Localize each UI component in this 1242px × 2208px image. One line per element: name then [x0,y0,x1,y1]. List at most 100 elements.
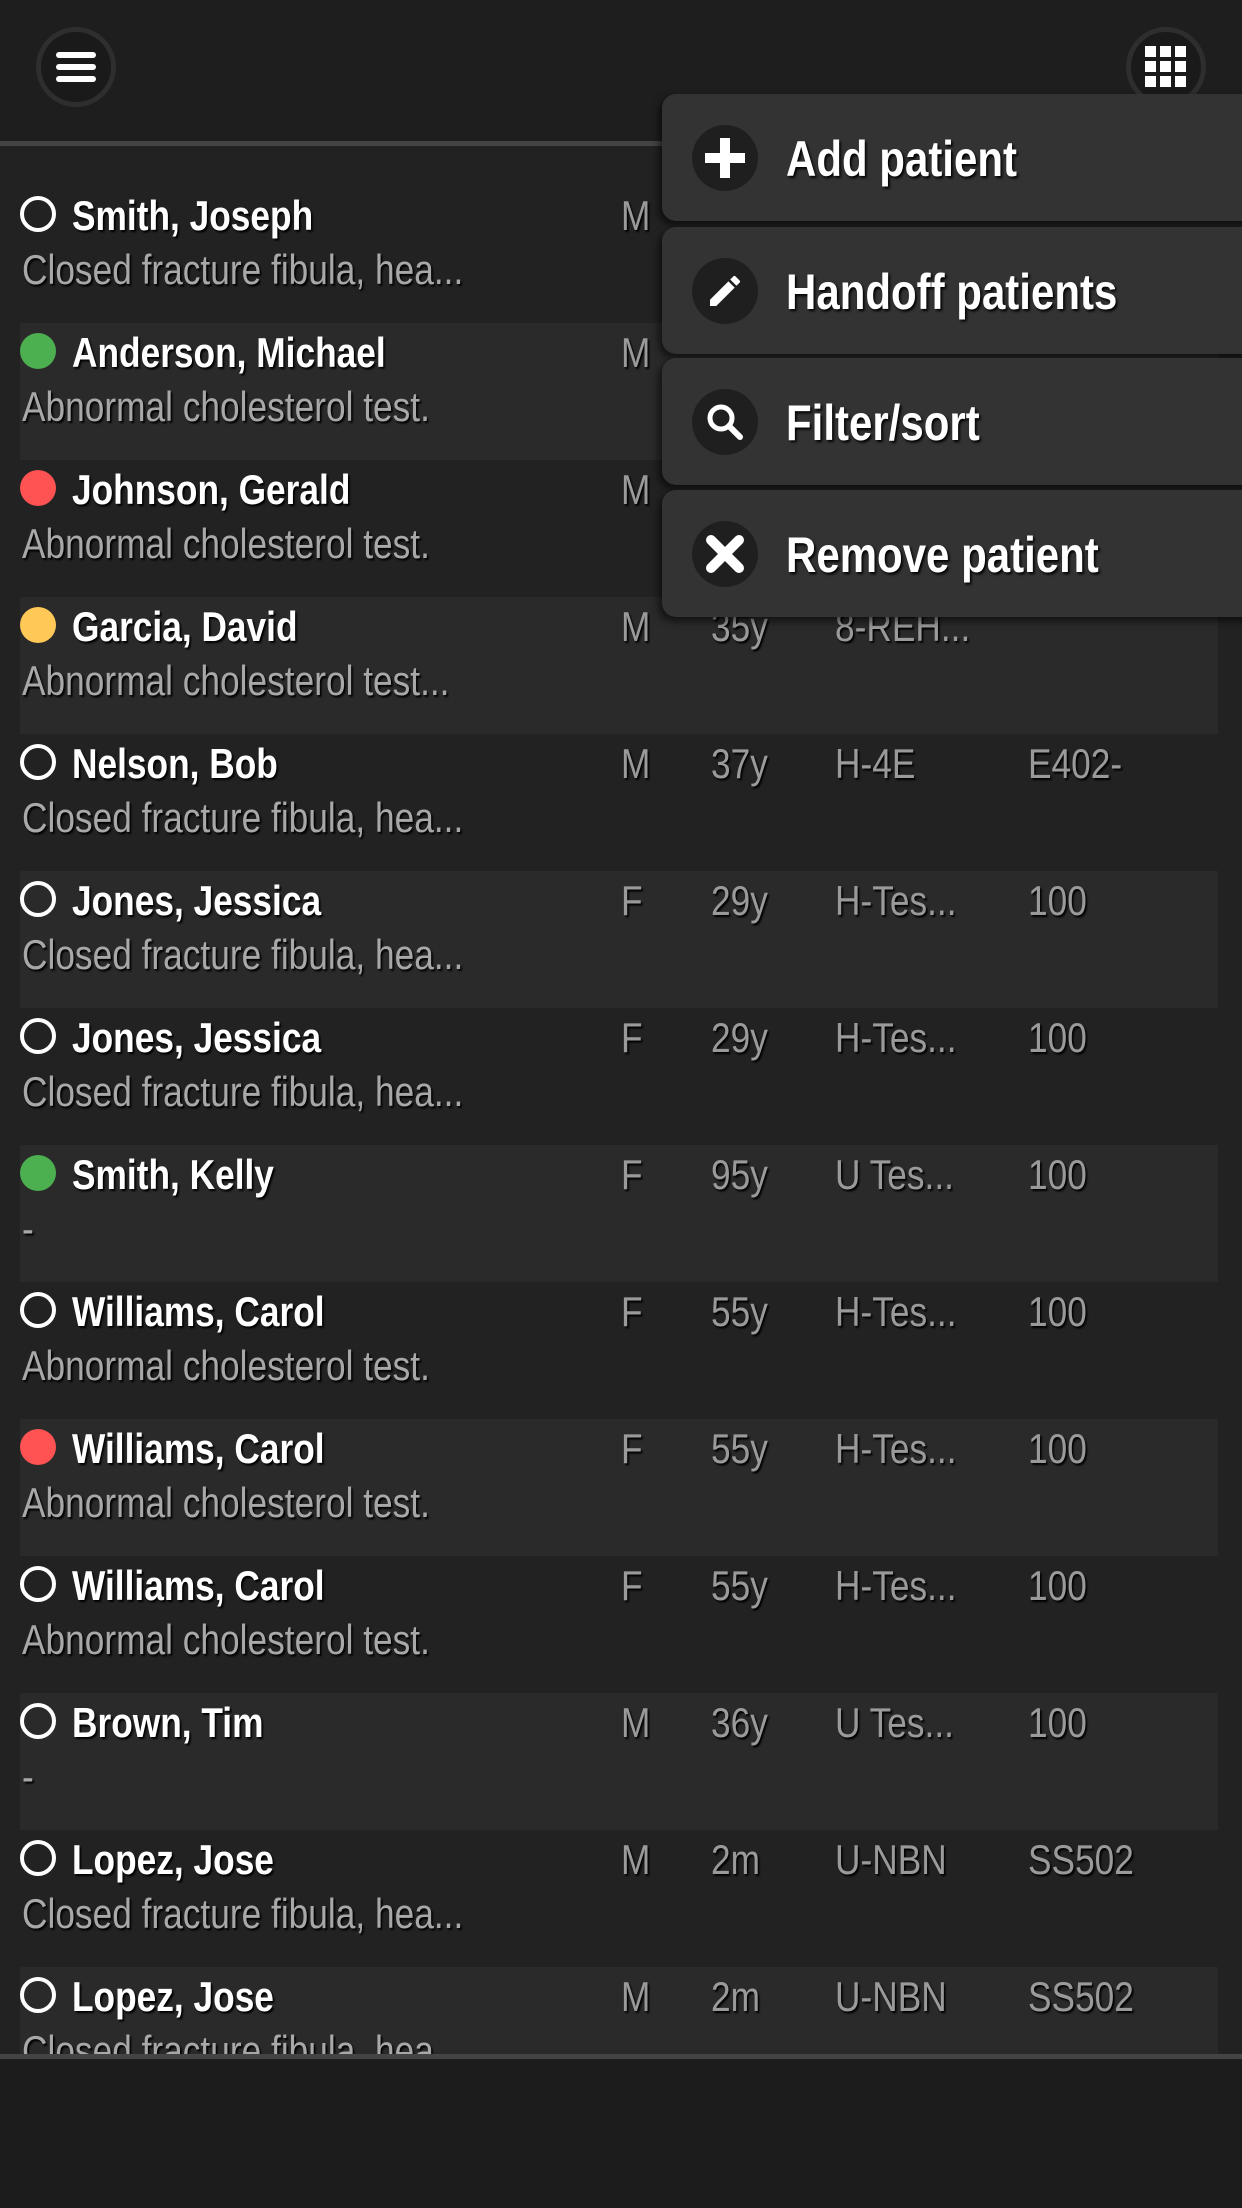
hamburger-menu-icon [56,52,96,82]
patient-room: 100 [1028,1699,1087,1746]
status-indicator-icon[interactable] [20,1155,56,1191]
patient-diagnosis: - [22,1753,34,1800]
patient-location: U-NBN [835,1836,947,1883]
patient-age: 37y [711,740,768,787]
close-icon [692,521,758,587]
patient-diagnosis: Abnormal cholesterol test. [22,383,430,430]
patient-sex: F [621,1151,643,1198]
patient-location: U Tes... [835,1699,954,1746]
patient-diagnosis: - [22,1205,34,1252]
status-indicator-icon[interactable] [20,1840,56,1876]
patient-sex: M [621,1836,651,1883]
patient-sex: F [621,877,643,924]
patient-row[interactable]: Lopez, Jose M 2m U-NBN SS502 Closed fracture … [20,1967,1218,2056]
patient-age: 55y [711,1562,768,1609]
patient-location: H-4E [835,740,916,787]
patient-room: SS502 [1028,1973,1134,2020]
patient-row[interactable]: Jones, Jessica F 29y H-Tes... 100 Closed frac… [20,1008,1218,1145]
plus-icon [692,125,758,191]
patient-sex: M [621,740,651,787]
patient-name: Lopez, Jose [72,1973,274,2020]
status-indicator-icon[interactable] [20,881,56,917]
patient-location: H-Tes... [835,1425,957,1472]
patient-row[interactable]: Garcia, David M 35y 8-REH... Abnormal choles… [20,597,1218,734]
patient-sex: M [621,1973,651,2020]
patient-room: SS502 [1028,1836,1134,1883]
status-indicator-icon[interactable] [20,1703,56,1739]
menu-item-label: Remove patient [786,527,1099,583]
patient-sex: M [621,329,651,376]
patient-room: 100 [1028,1014,1087,1061]
patient-row[interactable]: Smith, Kelly F 95y U Tes... 100 - [20,1145,1218,1282]
patient-row[interactable]: Williams, Carol F 55y H-Tes... 100 Abnormal c… [20,1556,1218,1693]
status-indicator-icon[interactable] [20,1292,56,1328]
menu-item-label: Handoff patients [786,264,1118,320]
status-indicator-icon[interactable] [20,744,56,780]
divider [0,2054,1242,2059]
pencil-icon [692,258,758,324]
patient-row[interactable]: Nelson, Bob M 37y H-4E E402- Closed fracture … [20,734,1218,871]
patient-location: H-Tes... [835,1288,957,1335]
patient-row[interactable]: Brown, Tim M 36y U Tes... 100 - [20,1693,1218,1830]
menu-item-filter-sort[interactable]: Filter/sort [662,358,1242,485]
patient-sex: M [621,192,651,239]
patient-row[interactable]: Jones, Jessica F 29y H-Tes... 100 Closed frac… [20,871,1218,1008]
patient-location: H-Tes... [835,1562,957,1609]
patient-name: Garcia, David [72,603,298,650]
status-indicator-icon[interactable] [20,196,56,232]
status-indicator-icon[interactable] [20,1977,56,2013]
patient-sex: F [621,1562,643,1609]
patient-name: Jones, Jessica [72,877,322,924]
patient-name: Smith, Kelly [72,1151,274,1198]
patient-name: Johnson, Gerald [72,466,351,513]
patient-room: 100 [1028,1425,1087,1472]
patient-diagnosis: Abnormal cholesterol test. [22,1479,430,1526]
patient-diagnosis: Abnormal cholesterol test. [22,1342,430,1389]
patient-sex: M [621,466,651,513]
search-icon [692,389,758,455]
menu-item-remove-patient[interactable]: Remove patient [662,490,1242,617]
patient-diagnosis: Closed fracture fibula, hea... [22,1068,464,1115]
status-indicator-icon[interactable] [20,470,56,506]
status-indicator-icon[interactable] [20,1566,56,1602]
patient-age: 95y [711,1151,768,1198]
patient-age: 2m [711,1973,761,2020]
menu-item-add-patient[interactable]: Add patient [662,94,1242,221]
patient-name: Smith, Joseph [72,192,314,239]
patient-diagnosis: Closed fracture fibula, hea... [22,1890,464,1937]
patient-row[interactable]: Williams, Carol F 55y H-Tes... 100 Abnormal c… [20,1419,1218,1556]
patient-row[interactable]: Lopez, Jose M 2m U-NBN SS502 Closed fracture … [20,1830,1218,1967]
status-indicator-icon[interactable] [20,607,56,643]
patient-diagnosis: Closed fracture fibula, hea... [22,246,464,293]
patient-age: 55y [711,1288,768,1335]
patient-room: E402- [1028,740,1123,787]
patient-sex: F [621,1425,643,1472]
status-indicator-icon[interactable] [20,333,56,369]
status-indicator-icon[interactable] [20,1018,56,1054]
menu-button[interactable] [36,27,116,107]
patient-diagnosis: Closed fracture fibula, hea... [22,931,464,978]
patient-sex: M [621,603,651,650]
grid-apps-icon [1145,46,1186,87]
patient-age: 29y [711,877,768,924]
patient-diagnosis: Closed fracture fibula, hea... [22,2027,464,2056]
patient-room: 100 [1028,1562,1087,1609]
menu-item-label: Add patient [786,131,1017,187]
patient-sex: F [621,1014,643,1061]
patient-sex: M [621,1699,651,1746]
patient-age: 2m [711,1836,761,1883]
patient-location: H-Tes... [835,1014,957,1061]
patient-name: Brown, Tim [72,1699,264,1746]
patient-diagnosis: Closed fracture fibula, hea... [22,794,464,841]
menu-item-handoff-patients[interactable]: Handoff patients [662,227,1242,354]
patient-room: 100 [1028,877,1087,924]
status-indicator-icon[interactable] [20,1429,56,1465]
patient-name: Anderson, Michael [72,329,386,376]
patient-age: 29y [711,1014,768,1061]
patient-row[interactable]: Williams, Carol F 55y H-Tes... 100 Abnormal c… [20,1282,1218,1419]
patient-name: Lopez, Jose [72,1836,274,1883]
patient-location: H-Tes... [835,877,957,924]
patient-diagnosis: Abnormal cholesterol test. [22,1616,430,1663]
patient-name: Nelson, Bob [72,740,278,787]
menu-item-label: Filter/sort [786,395,980,451]
